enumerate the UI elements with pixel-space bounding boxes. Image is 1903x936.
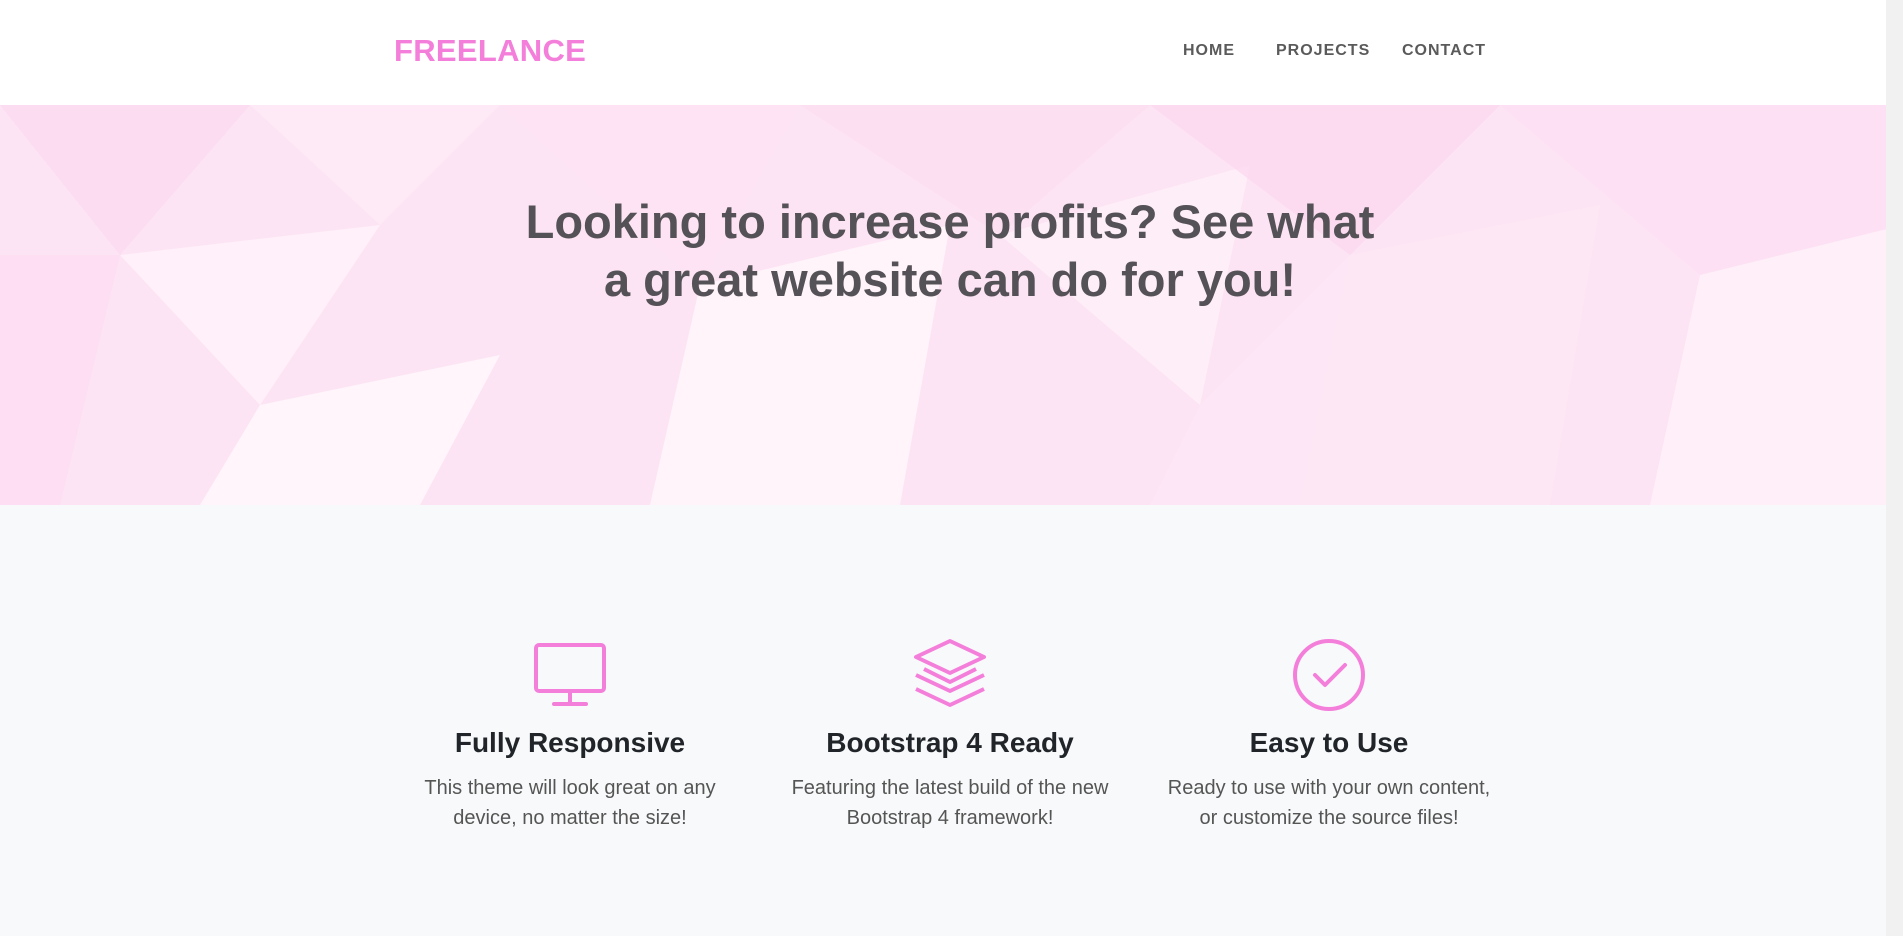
- hero-title-line2: a great website can do for you!: [603, 253, 1297, 306]
- check-circle-icon: [1293, 639, 1365, 711]
- feature-description-line2: Bootstrap 4 framework!: [846, 807, 1054, 829]
- feature-description: Ready to use with your own content, or c…: [1159, 773, 1499, 833]
- feature-description-line1: This theme will look great on any: [424, 777, 716, 799]
- hero-title-line1: Looking to increase profits? See what: [525, 195, 1375, 248]
- navbar: FREELANCE HOME PROJECTS CONTACT: [0, 0, 1903, 105]
- layers-icon: [914, 639, 986, 707]
- nav-link-contact[interactable]: CONTACT: [1402, 42, 1486, 60]
- page-scrollbar[interactable]: [1886, 0, 1903, 936]
- brand-logo[interactable]: FREELANCE: [394, 33, 586, 69]
- features-section: Fully Responsive This theme will look gr…: [0, 505, 1903, 936]
- nav-link-home[interactable]: HOME: [1183, 42, 1235, 60]
- feature-description-line1: Featuring the latest build of the new: [791, 777, 1109, 799]
- nav-link-projects[interactable]: PROJECTS: [1276, 42, 1370, 60]
- feature-title: Fully Responsive: [454, 727, 686, 758]
- hero-section: Looking to increase profits? See what a …: [0, 105, 1903, 505]
- feature-title: Easy to Use: [1249, 727, 1409, 758]
- monitor-icon: [534, 643, 606, 706]
- feature-description: Featuring the latest build of the new Bo…: [780, 773, 1120, 833]
- feature-description: This theme will look great on any device…: [400, 773, 740, 833]
- feature-description-line2: device, no matter the size!: [453, 807, 687, 829]
- feature-description-line2: or customize the source files!: [1199, 807, 1459, 829]
- feature-title: Bootstrap 4 Ready: [826, 727, 1074, 758]
- hero-title: Looking to increase profits? See what a …: [500, 193, 1400, 309]
- feature-description-line1: Ready to use with your own content,: [1167, 777, 1491, 799]
